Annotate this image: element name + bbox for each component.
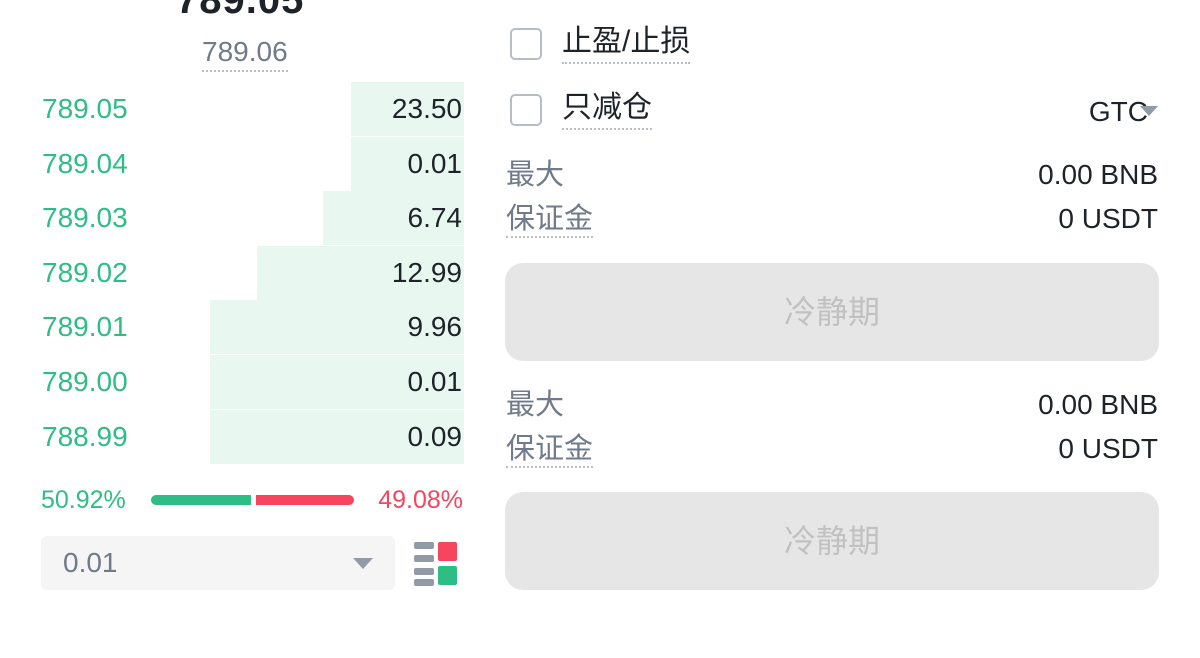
last-price: 789.05 [176,0,305,22]
bid-price: 789.04 [42,147,128,179]
bid-quantity: 9.96 [407,311,463,343]
bid-price: 789.02 [42,256,128,288]
margin-value: 0 USDT [1058,203,1158,234]
margin-label[interactable]: 保证金 [506,432,594,468]
bid-price: 789.01 [42,311,128,343]
reduce-only-label: 只减仓 [562,88,652,130]
bid-list: 789.05 23.50 789.04 0.01 789.03 6.74 789.02 12.… [0,82,470,464]
bid-price: 789.03 [42,202,128,234]
buy-ratio-bar [151,495,251,505]
bid-price: 789.00 [42,366,128,397]
tp-sl-option[interactable]: 止盈/止损 [510,22,810,66]
max-value: 0.00 BNB [1038,159,1158,190]
bid-row[interactable]: 789.02 12.99 [0,245,470,300]
checkbox-icon[interactable] [510,28,542,60]
bid-row[interactable]: 789.01 9.96 [0,300,470,355]
tp-sl-label: 止盈/止损 [562,22,691,64]
bid-price: 789.05 [42,93,128,124]
margin-label[interactable]: 保证金 [506,202,594,238]
precision-value: 0.01 [63,547,118,578]
bid-quantity: 0.09 [407,420,463,452]
max-value: 0.00 BNB [1038,389,1158,420]
cooldown-button[interactable]: 冷静期 [505,492,1159,590]
margin-value: 0 USDT [1058,433,1158,464]
chevron-down-icon [353,558,373,569]
bid-row[interactable]: 789.00 0.01 [0,355,470,409]
bid-row[interactable]: 789.05 23.50 [0,82,470,136]
reduce-only-option[interactable]: 只减仓 [510,88,810,132]
bid-quantity: 0.01 [407,147,463,179]
bid-row[interactable]: 789.03 6.74 [0,191,470,246]
bid-quantity: 6.74 [407,202,463,234]
bid-quantity: 23.50 [391,93,462,124]
orderbook-layout-icon[interactable] [414,542,460,586]
sell-ratio: 49.08% [378,486,463,514]
buy-ratio: 50.92% [41,486,126,514]
bid-row[interactable]: 789.04 0.01 [0,136,470,191]
mark-price[interactable]: 789.06 [202,36,288,72]
bid-price: 788.99 [42,420,128,452]
sell-ratio-bar [256,495,354,505]
bid-quantity: 12.99 [391,256,462,288]
max-label: 最大 [506,159,565,191]
cooldown-button[interactable]: 冷静期 [505,263,1159,361]
bid-quantity: 0.01 [407,366,463,397]
checkbox-icon[interactable] [510,94,542,126]
buy-sell-ratio: 50.92% 49.08% [0,482,470,518]
bid-row[interactable]: 788.99 0.09 [0,409,470,464]
precision-select[interactable]: 0.01 [41,536,395,590]
max-label: 最大 [506,389,565,421]
chevron-down-icon[interactable] [1140,106,1158,116]
